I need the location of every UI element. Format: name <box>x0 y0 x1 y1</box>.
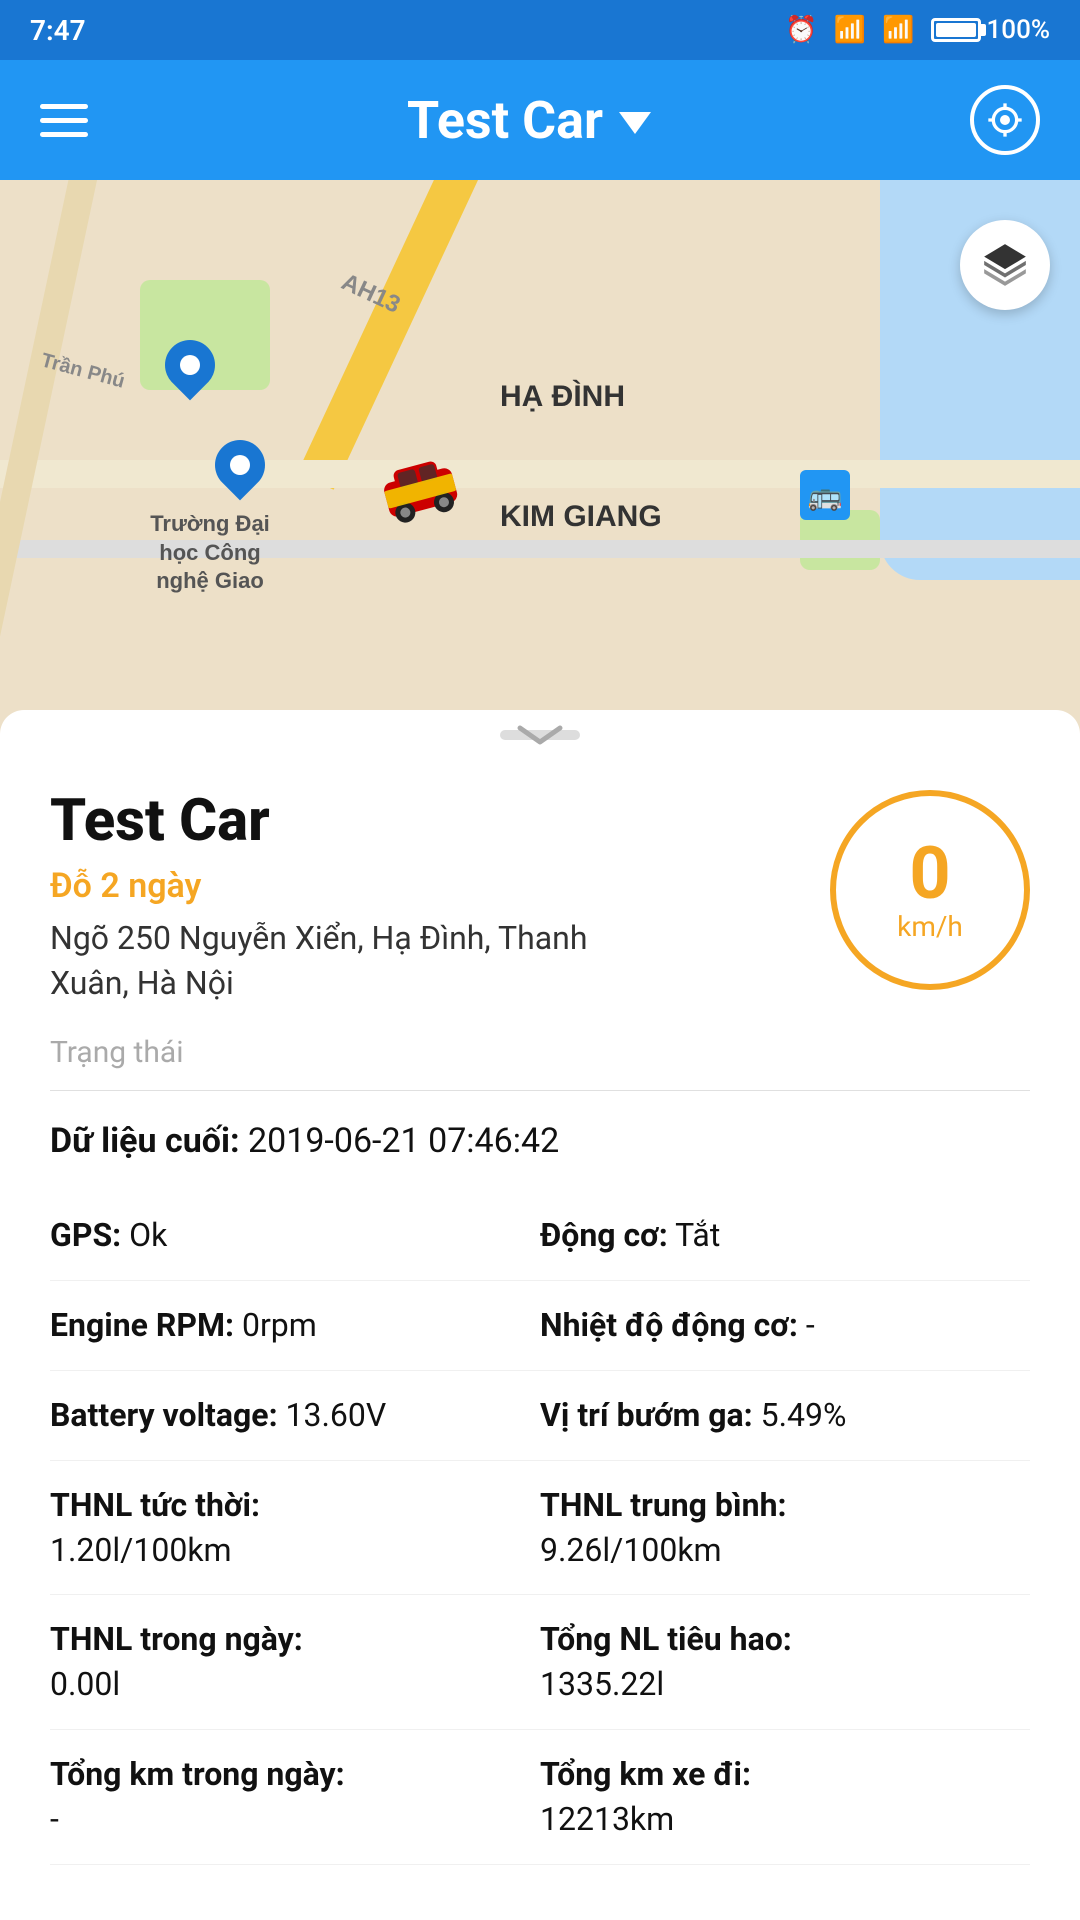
app-bar: Test Car <box>0 60 1080 180</box>
map-label-kimgiang: KIM GIANG <box>500 500 662 534</box>
engine-item: Động cơ: Tắt <box>540 1191 1030 1281</box>
fuel-total-label: Tổng NL tiêu hao: <box>540 1617 1030 1662</box>
location-icon <box>985 100 1025 140</box>
fuel-avg-value: 9.26l/100km <box>540 1528 1030 1573</box>
alarm-icon: ⏰ <box>785 15 817 45</box>
location-button[interactable] <box>970 85 1040 155</box>
gps-item: GPS: Ok <box>50 1191 540 1281</box>
menu-icon[interactable] <box>40 104 88 137</box>
battery-body <box>931 18 981 42</box>
gps-label: GPS: <box>50 1216 121 1254</box>
rpm-value: 0rpm <box>242 1306 317 1344</box>
throttle-item: Vị trí bướm ga: 5.49% <box>540 1371 1030 1461</box>
km-day-label: Tổng km trong ngày: <box>50 1752 540 1797</box>
data-section: Dữ liệu cuối: 2019-06-21 07:46:42 GPS: O… <box>50 1091 1030 1894</box>
km-total-item: Tổng km xe đi: 12213km <box>540 1730 1030 1865</box>
gps-value: Ok <box>129 1216 167 1254</box>
status-bar: 7:47 ⏰ 📶 📶 100% <box>0 0 1080 60</box>
engine-value: Tắt <box>675 1216 720 1254</box>
fuel-total-value: 1335.22l <box>540 1662 1030 1707</box>
layer-button[interactable] <box>960 220 1050 310</box>
app-bar-title[interactable]: Test Car <box>407 90 651 151</box>
battery-percent: 100% <box>987 15 1050 45</box>
chevron-down-icon <box>510 720 570 750</box>
map-road-h1 <box>0 460 1080 488</box>
data-grid: GPS: Ok Động cơ: Tắt Engine RPM: 0rpm Nh… <box>50 1191 1030 1864</box>
last-data-value: 2019-06-21 07:46:42 <box>248 1121 559 1161</box>
battery-voltage-item: Battery voltage: 13.60V <box>50 1371 540 1461</box>
dropdown-arrow-icon <box>619 112 651 134</box>
signal-icon: 📶 <box>882 15 914 45</box>
status-label: Trạng thái <box>50 1035 184 1070</box>
rpm-label: Engine RPM: <box>50 1306 234 1344</box>
vehicle-header: Test Car Đỗ 2 ngày Ngõ 250 Nguyễn Xiển, … <box>50 760 1030 1025</box>
bottom-panel: Test Car Đỗ 2 ngày Ngõ 250 Nguyễn Xiển, … <box>0 760 1080 1895</box>
fuel-avg-label: THNL trung bình: <box>540 1483 1030 1528</box>
app-title-text: Test Car <box>407 90 603 151</box>
status-time: 7:47 <box>30 14 86 47</box>
last-data-row: Dữ liệu cuối: 2019-06-21 07:46:42 <box>50 1121 1030 1161</box>
battery-indicator: 100% <box>931 15 1050 45</box>
wifi-icon: 📶 <box>834 15 866 45</box>
km-total-label: Tổng km xe đi: <box>540 1752 1030 1797</box>
map-label-truong: Trường Đại học Công nghệ Giao <box>130 510 290 596</box>
fuel-day-item: THNL trong ngày: 0.00l <box>50 1595 540 1730</box>
battery-voltage-label: Battery voltage: <box>50 1396 278 1434</box>
drag-handle-area[interactable] <box>0 710 1080 760</box>
engine-label: Động cơ: <box>540 1216 668 1254</box>
battery-fill <box>936 23 976 37</box>
engine-temp-item: Nhiệt độ động cơ: - <box>540 1281 1030 1371</box>
fuel-instant-item: THNL tức thời: 1.20l/100km <box>50 1461 540 1596</box>
status-icons: ⏰ 📶 📶 100% <box>785 15 1050 45</box>
fuel-total-item: Tổng NL tiêu hao: 1335.22l <box>540 1595 1030 1730</box>
km-day-item: Tổng km trong ngày: - <box>50 1730 540 1865</box>
fuel-instant-value: 1.20l/100km <box>50 1528 540 1573</box>
vehicle-status: Đỗ 2 ngày <box>50 866 830 906</box>
status-section: Trạng thái <box>50 1025 1030 1091</box>
battery-voltage-value: 13.60V <box>286 1396 387 1434</box>
fuel-instant-label: THNL tức thời: <box>50 1483 540 1528</box>
vehicle-name: Test Car <box>50 790 830 854</box>
fuel-day-label: THNL trong ngày: <box>50 1617 540 1662</box>
fuel-avg-item: THNL trung bình: 9.26l/100km <box>540 1461 1030 1596</box>
engine-temp-label: Nhiệt độ động cơ: <box>540 1306 798 1344</box>
speed-unit: km/h <box>897 910 963 943</box>
km-total-value: 12213km <box>540 1797 1030 1842</box>
map-container[interactable]: HẠ ĐÌNH KIM GIANG Trường Đại học Công ng… <box>0 180 1080 740</box>
last-data-label: Dữ liệu cuối: <box>50 1121 240 1161</box>
fuel-day-value: 0.00l <box>50 1662 540 1707</box>
map-label-hadinh: HẠ ĐÌNH <box>500 380 625 414</box>
vehicle-address: Ngõ 250 Nguyễn Xiển, Hạ Đình, Thanh Xuân… <box>50 916 590 1006</box>
throttle-value: 5.49% <box>761 1396 847 1434</box>
rpm-item: Engine RPM: 0rpm <box>50 1281 540 1371</box>
map-bus-stop: 🚌 <box>800 470 850 520</box>
km-day-value: - <box>50 1797 540 1842</box>
throttle-label: Vị trí bướm ga: <box>540 1396 753 1434</box>
vehicle-info: Test Car Đỗ 2 ngày Ngõ 250 Nguyễn Xiển, … <box>50 790 830 1005</box>
speed-value: 0 <box>909 838 950 910</box>
layers-icon <box>980 240 1030 290</box>
engine-temp-value: - <box>806 1306 815 1344</box>
speed-circle: 0 km/h <box>830 790 1030 990</box>
